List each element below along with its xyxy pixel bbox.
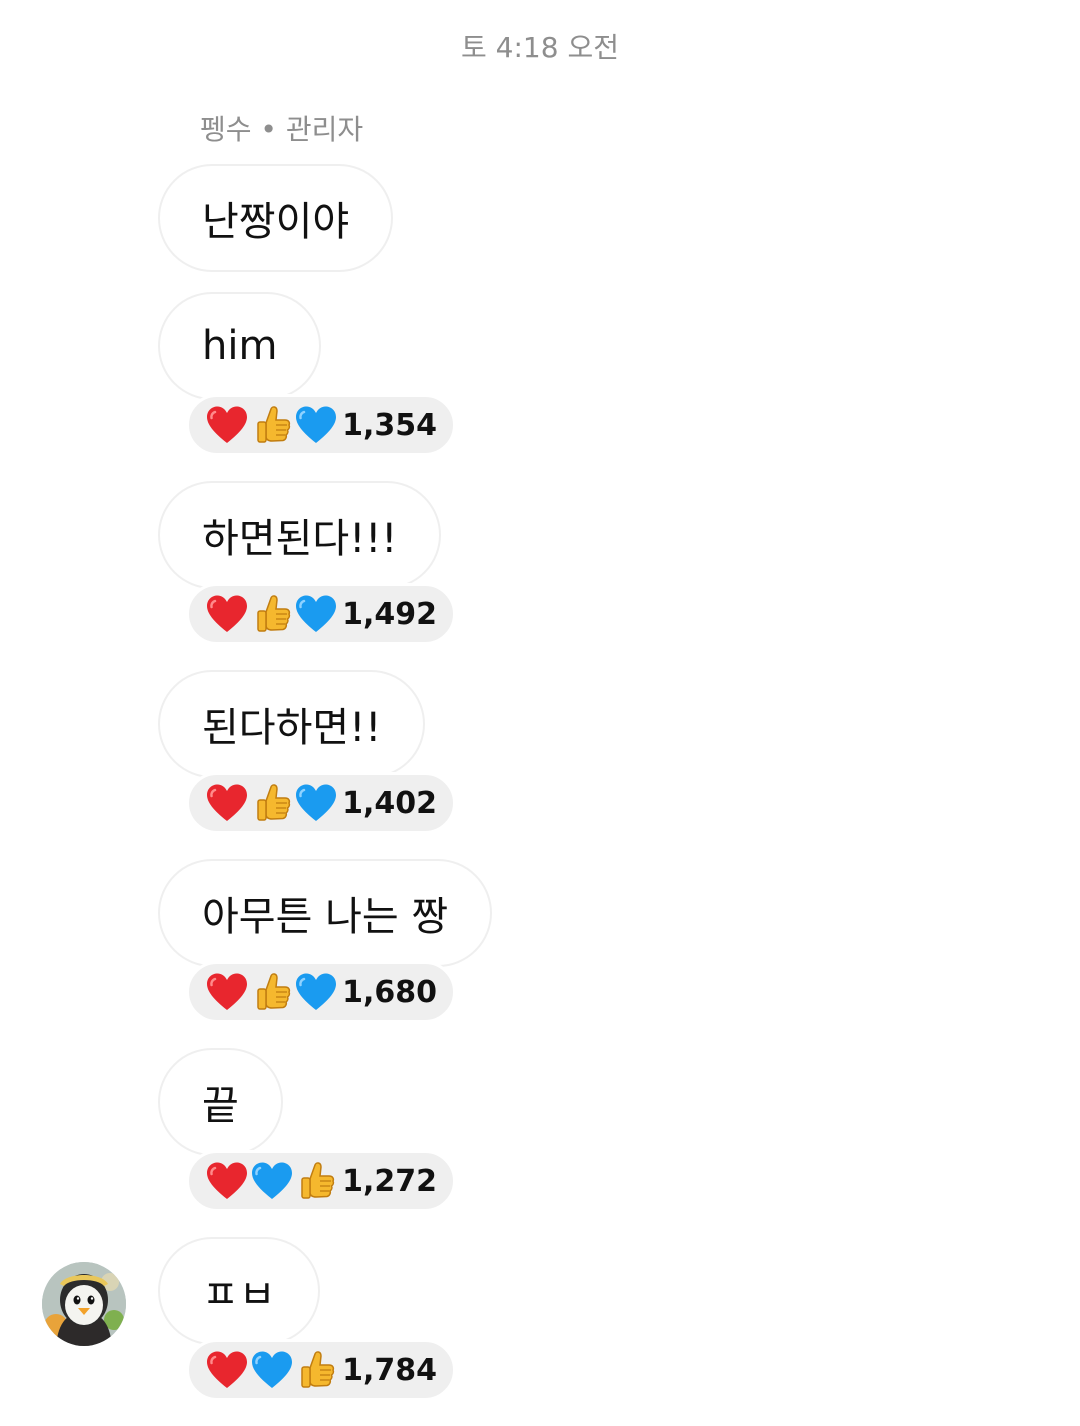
reaction-count: 1,680: [342, 974, 437, 1010]
message-text: 된다하면!!: [202, 705, 382, 751]
message-bubble[interactable]: 끝: [158, 1048, 283, 1156]
message-text: 하면된다!!!: [202, 516, 398, 562]
red-heart-icon: [205, 403, 249, 447]
reactions-bar[interactable]: 1,492: [186, 583, 456, 645]
blue-heart-icon: [294, 403, 338, 447]
message-text: him: [202, 323, 278, 369]
blue-heart-icon: [249, 1348, 293, 1392]
thumbs-up-icon: [249, 781, 293, 825]
thumbs-up-icon: [294, 1159, 338, 1203]
thumbs-up-icon: [249, 970, 293, 1014]
message-bubble[interactable]: ㅍㅂ: [158, 1237, 320, 1345]
thumbs-up-icon: [249, 592, 293, 636]
reactions-bar[interactable]: 1,354: [186, 394, 456, 456]
message-text: 아무튼 나는 짱: [202, 894, 449, 940]
message-text: 난짱이야: [202, 199, 350, 245]
blue-heart-icon: [294, 592, 338, 636]
blue-heart-icon: [294, 970, 338, 1014]
red-heart-icon: [205, 781, 249, 825]
message-bubble[interactable]: 난짱이야: [158, 164, 394, 272]
message-timestamp: 토 4:18 오전: [461, 31, 619, 64]
blue-heart-icon: [294, 781, 338, 825]
thumbs-up-icon: [294, 1348, 338, 1392]
red-heart-icon: [205, 1159, 249, 1203]
penguin-avatar-icon[interactable]: [42, 1262, 126, 1346]
reaction-count: 1,272: [342, 1163, 437, 1199]
red-heart-icon: [205, 1348, 249, 1392]
red-heart-icon: [205, 592, 249, 636]
thumbs-up-icon: [249, 403, 293, 447]
message-text: 끝: [202, 1083, 239, 1129]
reaction-count: 1,402: [342, 785, 437, 821]
reactions-bar[interactable]: 1,680: [186, 961, 456, 1023]
reaction-count: 1,784: [342, 1352, 437, 1388]
message-bubble[interactable]: him: [158, 292, 322, 400]
reaction-count: 1,354: [342, 407, 437, 443]
reactions-bar[interactable]: 1,784: [186, 1339, 456, 1401]
reactions-bar[interactable]: 1,272: [186, 1150, 456, 1212]
reaction-count: 1,492: [342, 596, 437, 632]
message-bubble[interactable]: 하면된다!!!: [158, 481, 442, 589]
sender-name-label: 펭수 • 관리자: [200, 113, 364, 146]
message-bubble[interactable]: 된다하면!!: [158, 670, 426, 778]
message-text: ㅍㅂ: [202, 1272, 276, 1318]
blue-heart-icon: [249, 1159, 293, 1203]
reactions-bar[interactable]: 1,402: [186, 772, 456, 834]
message-bubble[interactable]: 아무튼 나는 짱: [158, 859, 493, 967]
red-heart-icon: [205, 970, 249, 1014]
